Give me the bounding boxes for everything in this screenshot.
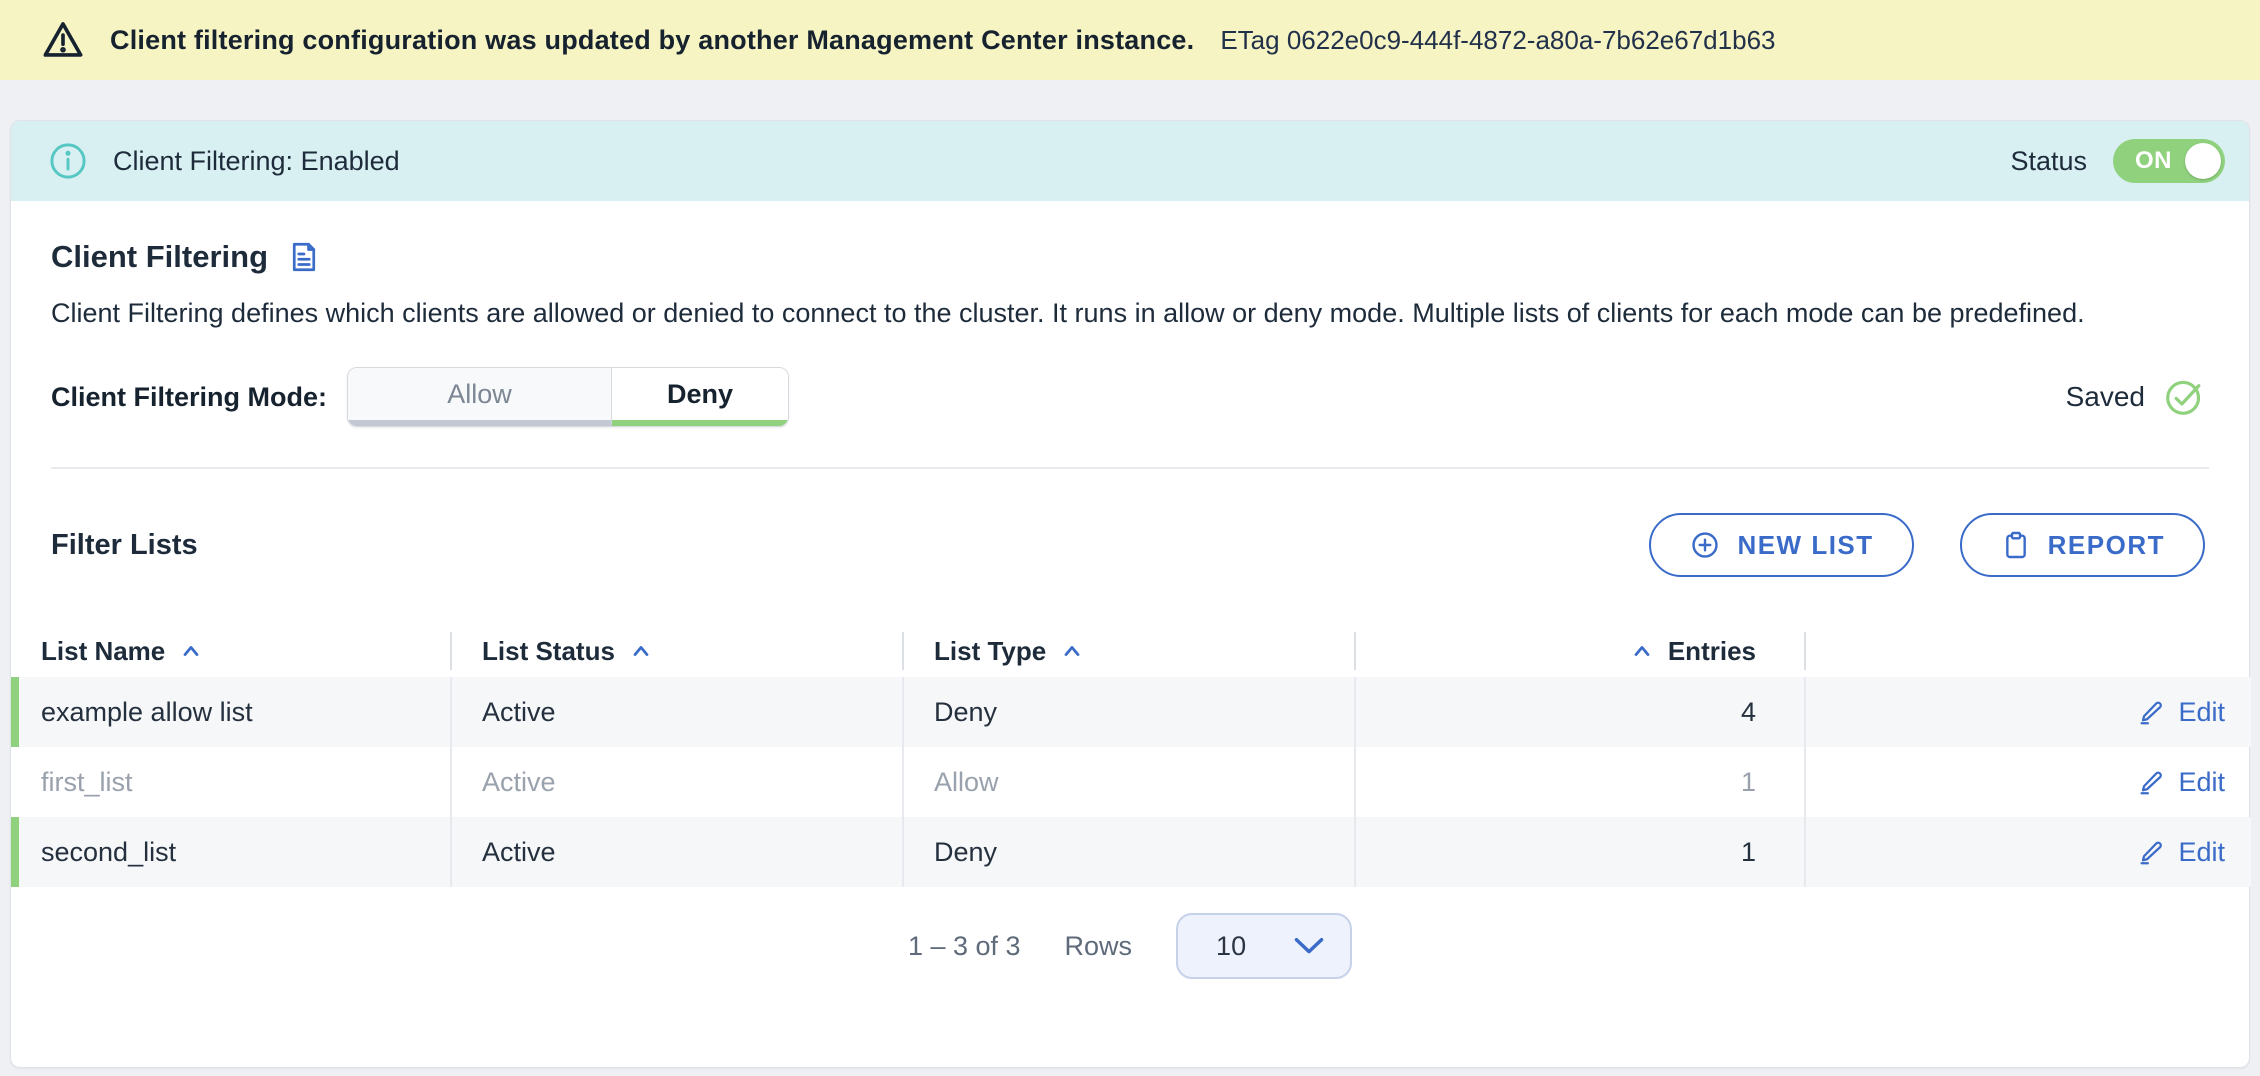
table-row: second_list Active Deny 1 Edit [11, 817, 2251, 887]
cell-list-type: Deny [904, 817, 1356, 887]
saved-status-label: Saved [2066, 381, 2145, 413]
banner-etag: ETag 0622e0c9-444f-4872-a80a-7b62e67d1b6… [1220, 25, 1775, 56]
edit-button[interactable]: Edit [2136, 767, 2225, 798]
cell-list-name: example allow list [11, 677, 452, 747]
column-label: List Name [41, 636, 165, 667]
cell-list-type: Deny [904, 677, 1356, 747]
report-button[interactable]: REPORT [1960, 513, 2205, 577]
column-label: List Status [482, 636, 615, 667]
column-header-list-type[interactable]: List Type [904, 625, 1356, 677]
column-header-actions [1806, 625, 2251, 677]
filter-lists-title: Filter Lists [51, 529, 198, 562]
saved-check-icon [2163, 376, 2205, 418]
cell-actions: Edit [1806, 677, 2251, 747]
mode-label: Client Filtering Mode: [51, 382, 327, 413]
rows-per-page-select[interactable]: 10 [1176, 913, 1352, 979]
sort-asc-icon [179, 639, 203, 663]
info-icon [47, 140, 89, 182]
cell-actions: Edit [1806, 817, 2251, 887]
cell-list-type: Allow [904, 747, 1356, 817]
chevron-down-icon [1294, 937, 1324, 955]
edit-button[interactable]: Edit [2136, 837, 2225, 868]
cell-list-name: first_list [11, 747, 452, 817]
table-header-row: List Name List Status List Type Entries [11, 625, 2251, 677]
pagination-range: 1 – 3 of 3 [908, 931, 1021, 962]
warning-banner: Client filtering configuration was updat… [0, 0, 2260, 80]
rows-per-page-label: Rows [1065, 931, 1133, 962]
cell-list-status: Active [452, 747, 904, 817]
report-label: REPORT [2048, 530, 2165, 561]
cell-list-status: Active [452, 677, 904, 747]
cell-entries: 1 [1356, 817, 1806, 887]
banner-message: Client filtering configuration was updat… [110, 25, 1194, 56]
client-filtering-card: Client Filtering: Enabled Status ON Clie… [10, 120, 2250, 1068]
filter-lists-table: List Name List Status List Type Entries … [11, 625, 2251, 887]
page-title: Client Filtering [51, 239, 268, 275]
pencil-icon [2136, 837, 2166, 867]
column-header-entries[interactable]: Entries [1356, 625, 1806, 677]
status-message: Client Filtering: Enabled [113, 146, 400, 177]
cell-list-name: second_list [11, 817, 452, 887]
cell-entries: 4 [1356, 677, 1806, 747]
pencil-icon [2136, 697, 2166, 727]
column-label: List Type [934, 636, 1046, 667]
status-infobar: Client Filtering: Enabled Status ON [11, 121, 2249, 201]
edit-button[interactable]: Edit [2136, 697, 2225, 728]
pencil-icon [2136, 767, 2166, 797]
toggle-on-label: ON [2135, 147, 2172, 175]
cell-list-status: Active [452, 817, 904, 887]
column-label: Entries [1668, 636, 1756, 667]
section-description: Client Filtering defines which clients a… [41, 293, 2191, 333]
status-label: Status [2010, 146, 2087, 177]
toggle-knob [2185, 143, 2221, 179]
new-list-label: NEW LIST [1737, 530, 1873, 561]
column-header-list-name[interactable]: List Name [11, 625, 452, 677]
warning-triangle-icon [40, 17, 86, 63]
cell-entries: 1 [1356, 747, 1806, 817]
status-toggle[interactable]: ON [2113, 139, 2225, 183]
circle-plus-icon [1689, 529, 1721, 561]
cell-actions: Edit [1806, 747, 2251, 817]
sort-asc-icon [1630, 639, 1654, 663]
mode-allow-button[interactable]: Allow [348, 368, 612, 426]
column-header-list-status[interactable]: List Status [452, 625, 904, 677]
table-row: first_list Active Allow 1 Edit [11, 747, 2251, 817]
sort-asc-icon [629, 639, 653, 663]
documentation-icon[interactable] [286, 239, 322, 275]
pagination: 1 – 3 of 3 Rows 10 [11, 913, 2249, 979]
clipboard-icon [2000, 529, 2032, 561]
mode-segmented-control: Allow Deny [347, 367, 789, 427]
new-list-button[interactable]: NEW LIST [1649, 513, 1913, 577]
table-body: example allow list Active Deny 4 Edit fi… [11, 677, 2251, 887]
mode-deny-button[interactable]: Deny [612, 368, 788, 426]
section-divider [51, 467, 2209, 469]
rows-per-page-value: 10 [1216, 931, 1246, 962]
table-row: example allow list Active Deny 4 Edit [11, 677, 2251, 747]
sort-asc-icon [1060, 639, 1084, 663]
